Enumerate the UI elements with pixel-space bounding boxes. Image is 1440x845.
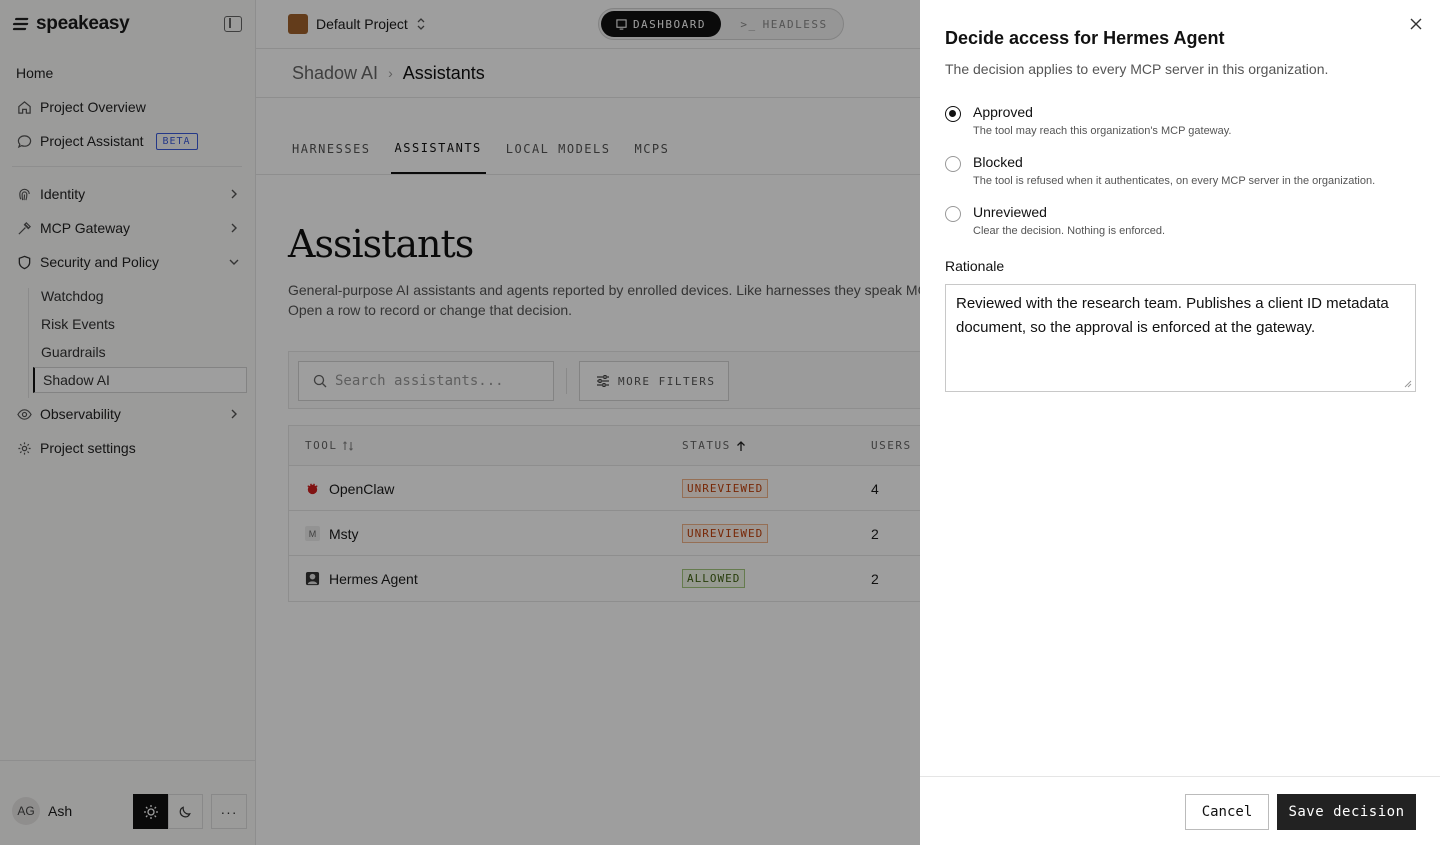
unreviewed-radio[interactable]	[945, 206, 961, 222]
access-decision-drawer: Decide access for Hermes Agent The decis…	[920, 0, 1440, 845]
rationale-textarea[interactable]: Reviewed with the research team. Publish…	[945, 284, 1416, 392]
blocked-radio[interactable]	[945, 156, 961, 172]
option-label: Blocked	[973, 154, 1023, 170]
approved-radio[interactable]	[945, 106, 961, 122]
rationale-label: Rationale	[945, 258, 1005, 274]
resize-handle-icon[interactable]	[1404, 380, 1412, 388]
option-help: The tool is refused when it authenticate…	[973, 175, 1376, 187]
close-button[interactable]	[1407, 15, 1425, 33]
cancel-button[interactable]: Cancel	[1185, 794, 1269, 830]
modal-backdrop[interactable]	[0, 0, 920, 845]
drawer-footer: Cancel Save decision	[920, 776, 1440, 845]
close-icon	[1410, 18, 1422, 30]
option-label: Approved	[973, 104, 1033, 120]
drawer-subtitle: The decision applies to every MCP server…	[945, 61, 1329, 77]
drawer-title: Decide access for Hermes Agent	[945, 28, 1225, 48]
option-label: Unreviewed	[973, 204, 1047, 220]
option-help: The tool may reach this organization's M…	[973, 125, 1232, 137]
option-help: Clear the decision. Nothing is enforced.	[973, 225, 1165, 237]
save-decision-button[interactable]: Save decision	[1277, 794, 1416, 830]
